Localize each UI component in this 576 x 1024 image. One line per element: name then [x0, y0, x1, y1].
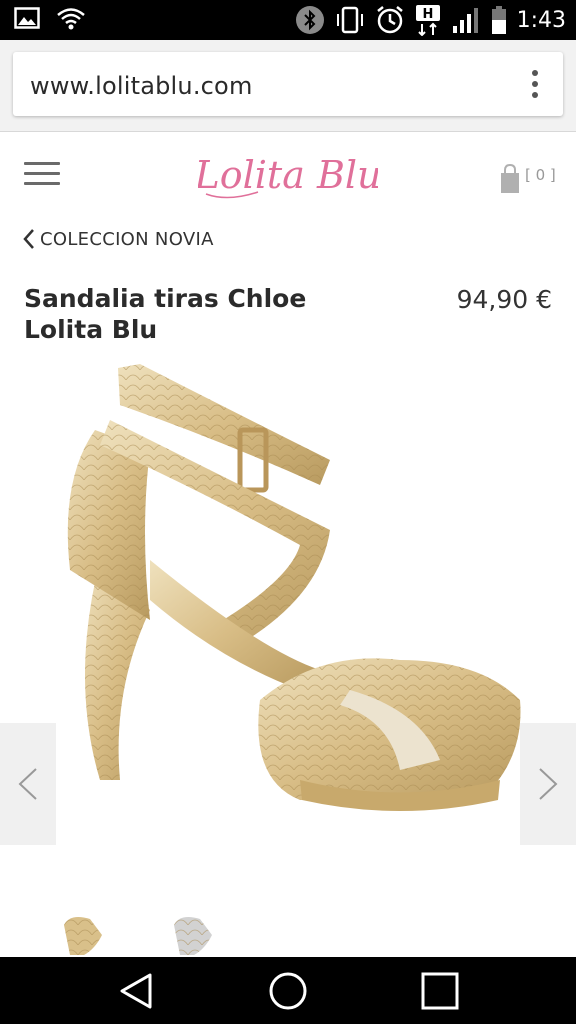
bluetooth-icon: [295, 6, 324, 34]
status-bar: H 1:43: [0, 0, 576, 40]
thumbnail-strip: [0, 905, 576, 957]
home-circle-icon[interactable]: [268, 971, 308, 1011]
chevron-left-icon: [23, 229, 34, 249]
system-nav-bar: [0, 957, 576, 1024]
address-bar[interactable]: www.lolitablu.com: [13, 52, 563, 116]
site-logo[interactable]: Lolita Blu: [198, 136, 378, 206]
breadcrumb[interactable]: COLECCION NOVIA: [22, 226, 214, 252]
site-header: Lolita Blu [ 0 ]: [0, 132, 576, 227]
alarm-icon: [376, 6, 403, 34]
vibrate-icon: [336, 6, 363, 34]
cart-button[interactable]: [ 0 ]: [500, 162, 560, 196]
image-icon: [14, 7, 40, 29]
wifi-icon: [57, 8, 85, 30]
logo-text: Lolita Blu: [198, 153, 378, 197]
hplus-icon: H: [415, 5, 440, 36]
thumbnail-gold[interactable]: [50, 905, 150, 957]
cart-count: [ 0 ]: [525, 166, 556, 184]
chevron-left-icon: [18, 768, 37, 800]
svg-text:H: H: [422, 7, 433, 22]
clock: 1:43: [516, 7, 566, 33]
signal-icon: [452, 8, 478, 33]
product-title: Sandalia tiras Chloe Lolita Blu: [24, 284, 307, 344]
gallery-prev-button[interactable]: [0, 723, 56, 845]
chevron-right-icon: [539, 768, 558, 800]
recents-square-icon[interactable]: [420, 971, 460, 1011]
browser-toolbar: www.lolitablu.com: [0, 40, 576, 132]
thumbnail-silver[interactable]: [160, 905, 260, 957]
gallery-next-button[interactable]: [520, 723, 576, 845]
shopping-bag-icon: [501, 164, 519, 193]
battery-icon: [491, 6, 506, 34]
url-text[interactable]: www.lolitablu.com: [30, 72, 253, 100]
kebab-menu-icon[interactable]: [529, 70, 541, 100]
breadcrumb-label[interactable]: COLECCION NOVIA: [40, 229, 214, 250]
hamburger-icon[interactable]: [24, 162, 60, 186]
product-price: 94,90 €: [456, 285, 552, 314]
product-image-gallery[interactable]: [0, 360, 576, 860]
product-image[interactable]: [0, 360, 576, 860]
back-triangle-icon[interactable]: [116, 971, 156, 1011]
